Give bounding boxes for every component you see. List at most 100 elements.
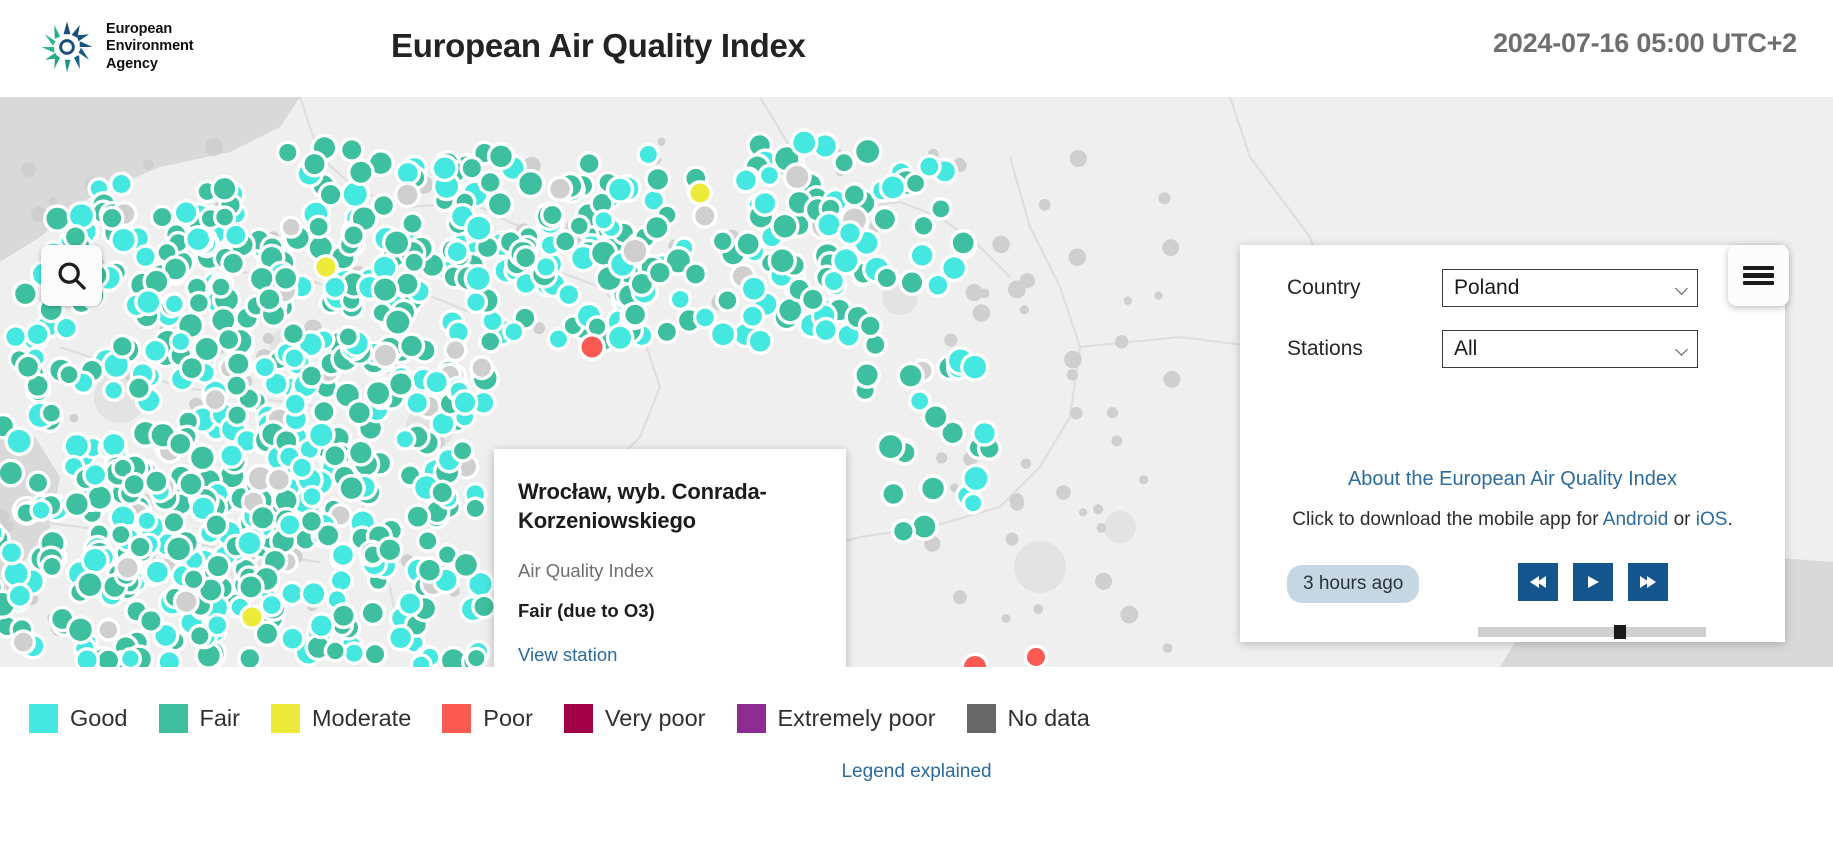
station-marker[interactable] — [1038, 198, 1051, 211]
station-marker[interactable] — [696, 308, 714, 327]
station-marker[interactable] — [1095, 572, 1113, 590]
search-button[interactable] — [41, 245, 102, 306]
station-marker[interactable] — [925, 406, 947, 428]
station-marker[interactable] — [580, 154, 599, 173]
station-marker[interactable] — [282, 584, 302, 603]
station-marker[interactable] — [350, 442, 372, 464]
station-marker[interactable] — [176, 591, 197, 612]
station-marker[interactable] — [446, 341, 465, 359]
station-marker[interactable] — [60, 366, 78, 383]
station-marker[interactable] — [936, 452, 948, 464]
station-marker[interactable] — [657, 137, 666, 146]
play-button[interactable] — [1573, 563, 1613, 601]
station-marker[interactable] — [310, 423, 333, 446]
station-marker[interactable] — [447, 242, 467, 262]
station-marker[interactable] — [69, 618, 92, 642]
station-marker[interactable] — [879, 435, 903, 459]
station-marker[interactable] — [953, 590, 967, 605]
time-slider-thumb[interactable] — [1614, 625, 1626, 639]
station-marker[interactable] — [1114, 335, 1129, 349]
station-marker[interactable] — [18, 357, 38, 377]
station-marker[interactable] — [419, 532, 437, 550]
station-marker[interactable] — [343, 182, 367, 206]
station-marker[interactable] — [226, 225, 246, 245]
station-marker[interactable] — [1019, 305, 1030, 315]
station-marker[interactable] — [403, 214, 422, 233]
station-marker[interactable] — [113, 337, 132, 356]
station-marker[interactable] — [963, 355, 987, 379]
station-marker[interactable] — [952, 232, 974, 254]
station-marker[interactable] — [472, 358, 491, 377]
station-marker[interactable] — [914, 217, 933, 235]
station-marker[interactable] — [65, 435, 88, 457]
station-marker[interactable] — [840, 223, 860, 243]
station-marker[interactable] — [972, 304, 991, 322]
station-marker[interactable] — [749, 330, 771, 352]
station-marker[interactable] — [137, 291, 160, 313]
station-marker[interactable] — [770, 249, 794, 273]
station-marker[interactable] — [366, 645, 385, 664]
station-marker[interactable] — [899, 365, 922, 387]
station-marker[interactable] — [325, 446, 345, 466]
station-marker[interactable] — [979, 288, 990, 299]
station-marker[interactable] — [407, 506, 428, 527]
station-marker[interactable] — [1066, 369, 1079, 381]
station-marker[interactable] — [901, 272, 923, 293]
station-marker[interactable] — [147, 561, 168, 583]
station-marker[interactable] — [99, 621, 117, 639]
station-marker[interactable] — [311, 615, 332, 636]
station-marker[interactable] — [129, 378, 149, 398]
station-marker[interactable] — [136, 247, 155, 266]
station-marker[interactable] — [379, 539, 400, 560]
station-marker[interactable] — [172, 333, 189, 350]
station-marker[interactable] — [877, 268, 896, 288]
station-marker[interactable] — [835, 154, 853, 172]
station-marker[interactable] — [255, 358, 274, 377]
station-marker[interactable] — [467, 216, 491, 240]
station-marker[interactable] — [1020, 458, 1032, 469]
station-marker[interactable] — [279, 144, 297, 162]
station-marker[interactable] — [103, 434, 125, 455]
station-marker[interactable] — [1007, 280, 1026, 299]
station-marker[interactable] — [401, 335, 422, 357]
station-marker[interactable] — [190, 294, 208, 312]
station-marker[interactable] — [883, 484, 904, 504]
station-marker[interactable] — [275, 268, 296, 289]
station-marker[interactable] — [1079, 508, 1088, 517]
station-marker[interactable] — [0, 462, 22, 485]
station-marker[interactable] — [302, 366, 321, 386]
station-marker[interactable] — [609, 178, 631, 201]
station-marker[interactable] — [374, 196, 393, 215]
station-marker[interactable] — [815, 320, 836, 340]
station-marker[interactable] — [786, 165, 809, 188]
station-marker[interactable] — [907, 174, 924, 192]
station-marker[interactable] — [70, 204, 93, 228]
station-marker[interactable] — [1033, 604, 1044, 614]
station-marker[interactable] — [1163, 370, 1181, 388]
station-marker[interactable] — [112, 228, 135, 252]
station-marker[interactable] — [27, 324, 48, 344]
station-marker[interactable] — [405, 253, 423, 271]
station-marker[interactable] — [112, 526, 130, 543]
station-marker[interactable] — [1069, 150, 1087, 168]
station-marker[interactable] — [856, 364, 878, 386]
station-marker[interactable] — [43, 558, 61, 575]
station-marker[interactable] — [175, 202, 197, 223]
station-marker[interactable] — [1010, 497, 1024, 511]
station-marker[interactable] — [206, 515, 226, 535]
legend-explained-link[interactable]: Legend explained — [0, 761, 1833, 783]
station-marker[interactable] — [1069, 406, 1083, 420]
station-marker[interactable] — [332, 571, 351, 590]
station-marker[interactable] — [32, 501, 50, 519]
station-marker[interactable] — [66, 493, 88, 515]
station-marker[interactable] — [588, 318, 606, 335]
time-slider[interactable] — [1478, 625, 1706, 639]
station-marker[interactable] — [913, 515, 936, 538]
station-marker[interactable] — [861, 316, 880, 335]
station-marker[interactable] — [191, 446, 214, 469]
station-marker[interactable] — [505, 323, 523, 340]
station-marker[interactable] — [208, 616, 227, 634]
station-marker[interactable] — [228, 353, 249, 374]
station-marker[interactable] — [309, 217, 328, 236]
station-marker[interactable] — [316, 257, 336, 277]
